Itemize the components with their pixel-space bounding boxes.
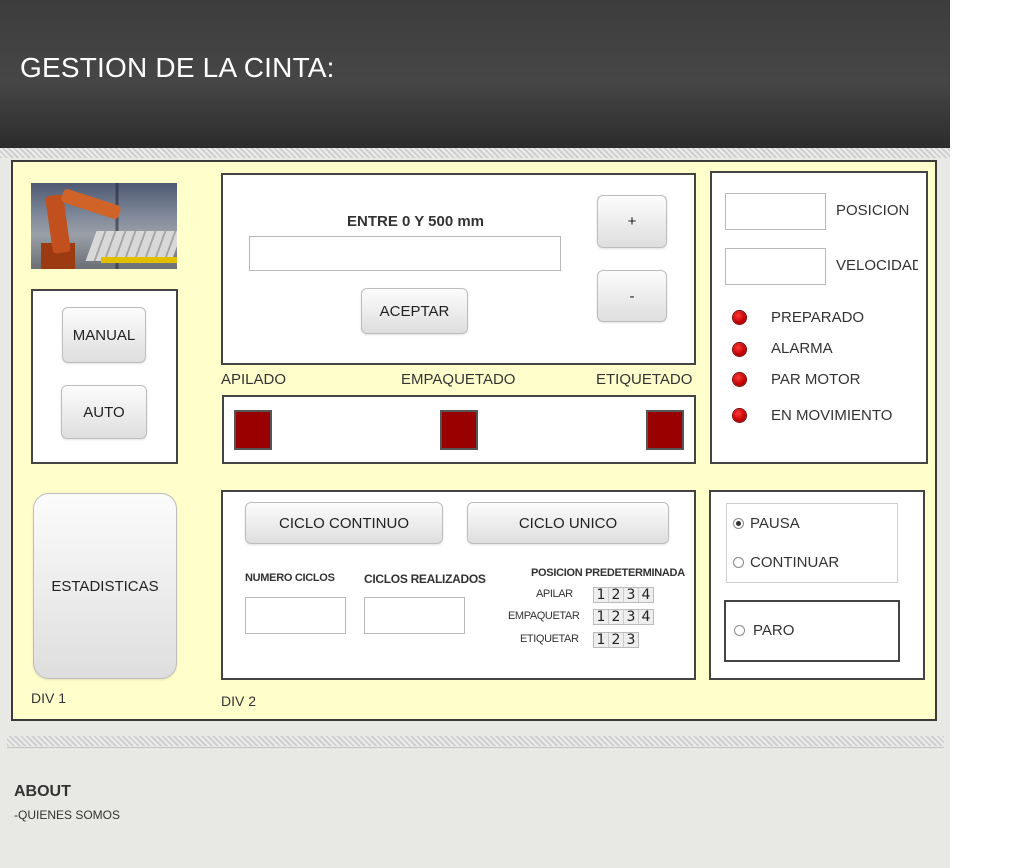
preset-option[interactable]: 3 [624,610,639,624]
pausa-radio[interactable] [733,518,744,529]
pausa-label: PAUSA [750,515,800,532]
par-motor-led-icon [733,373,746,386]
preset-option[interactable]: 1 [594,588,609,602]
posicion-field[interactable] [725,193,826,230]
position-prompt: ENTRE 0 Y 500 mm [347,213,485,230]
position-input[interactable] [249,236,561,271]
preset-option[interactable]: 4 [639,588,653,602]
alarma-label: ALARMA [771,340,833,357]
top-divider [0,148,950,158]
preset-apilar-selector[interactable]: 1 2 3 4 [593,587,654,603]
footer-rule [7,747,944,748]
accept-button[interactable]: ACEPTAR [361,288,468,334]
preset-option[interactable]: 1 [594,633,609,647]
en-movimiento-led-icon [733,409,746,422]
preset-option[interactable]: 1 [594,610,609,624]
numero-ciclos-input[interactable] [245,597,346,634]
preset-option[interactable]: 2 [609,588,624,602]
div2-label: DIV 2 [221,693,257,709]
preset-title: POSICION PREDETERMINADA [531,567,685,579]
station-indicator-apilado [234,410,272,450]
page: GESTION DE LA CINTA: MANUAL AUTO ESTADIS… [0,0,950,868]
div1-label: DIV 1 [31,690,67,706]
ciclos-realizados-field[interactable] [364,597,465,634]
bottom-divider [7,736,944,746]
footer-about-title: ABOUT [14,783,71,800]
auto-button[interactable]: AUTO [61,385,147,439]
quienes-somos-link[interactable]: -QUIENES SOMOS [14,808,120,822]
velocidad-label: VELOCIDAD [836,257,918,274]
preset-option[interactable]: 4 [639,610,653,624]
preset-apilar-label: APILAR [536,588,573,600]
preparado-led-icon [733,311,746,324]
decrease-button[interactable]: - [597,270,667,322]
manual-button[interactable]: MANUAL [62,307,146,363]
velocidad-field[interactable] [725,248,826,285]
preset-empaquetar-selector[interactable]: 1 2 3 4 [593,609,654,625]
increase-button[interactable]: + [597,195,667,248]
preset-option[interactable]: 2 [609,633,624,647]
single-cycle-button[interactable]: CICLO UNICO [467,502,669,544]
alarma-led-icon [733,343,746,356]
ciclos-realizados-label: CICLOS REALIZADOS [364,572,486,586]
preset-option[interactable]: 3 [624,588,639,602]
page-title: GESTION DE LA CINTA: [20,52,335,83]
posicion-label: POSICION [836,202,910,219]
paro-group [724,600,900,662]
statistics-button[interactable]: ESTADISTICAS [33,493,177,679]
en-movimiento-label: EN MOVIMIENTO [771,407,893,424]
continuar-label: CONTINUAR [750,554,840,571]
continuous-cycle-button[interactable]: CICLO CONTINUO [245,502,443,544]
station-label-apilado: APILADO [221,371,287,388]
continuar-radio[interactable] [733,557,744,568]
header: GESTION DE LA CINTA: [0,0,950,148]
preset-empaquetar-label: EMPAQUETAR [508,610,580,622]
station-indicator-empaquetado [440,410,478,450]
station-indicator-etiquetado [646,410,684,450]
preset-etiquetar-label: ETIQUETAR [520,633,579,645]
numero-ciclos-label: NUMERO CICLOS [245,572,335,584]
preset-etiquetar-selector[interactable]: 1 2 3 [593,632,639,648]
robot-conveyor-image [31,183,177,269]
paro-radio[interactable] [734,625,745,636]
paro-label: PARO [753,622,795,639]
par-motor-label: PAR MOTOR [771,371,861,388]
preset-option[interactable]: 2 [609,610,624,624]
preparado-label: PREPARADO [771,309,865,326]
station-label-empaquetado: EMPAQUETADO [401,371,516,388]
station-label-etiquetado: ETIQUETADO [596,371,693,388]
preset-option[interactable]: 3 [624,633,638,647]
